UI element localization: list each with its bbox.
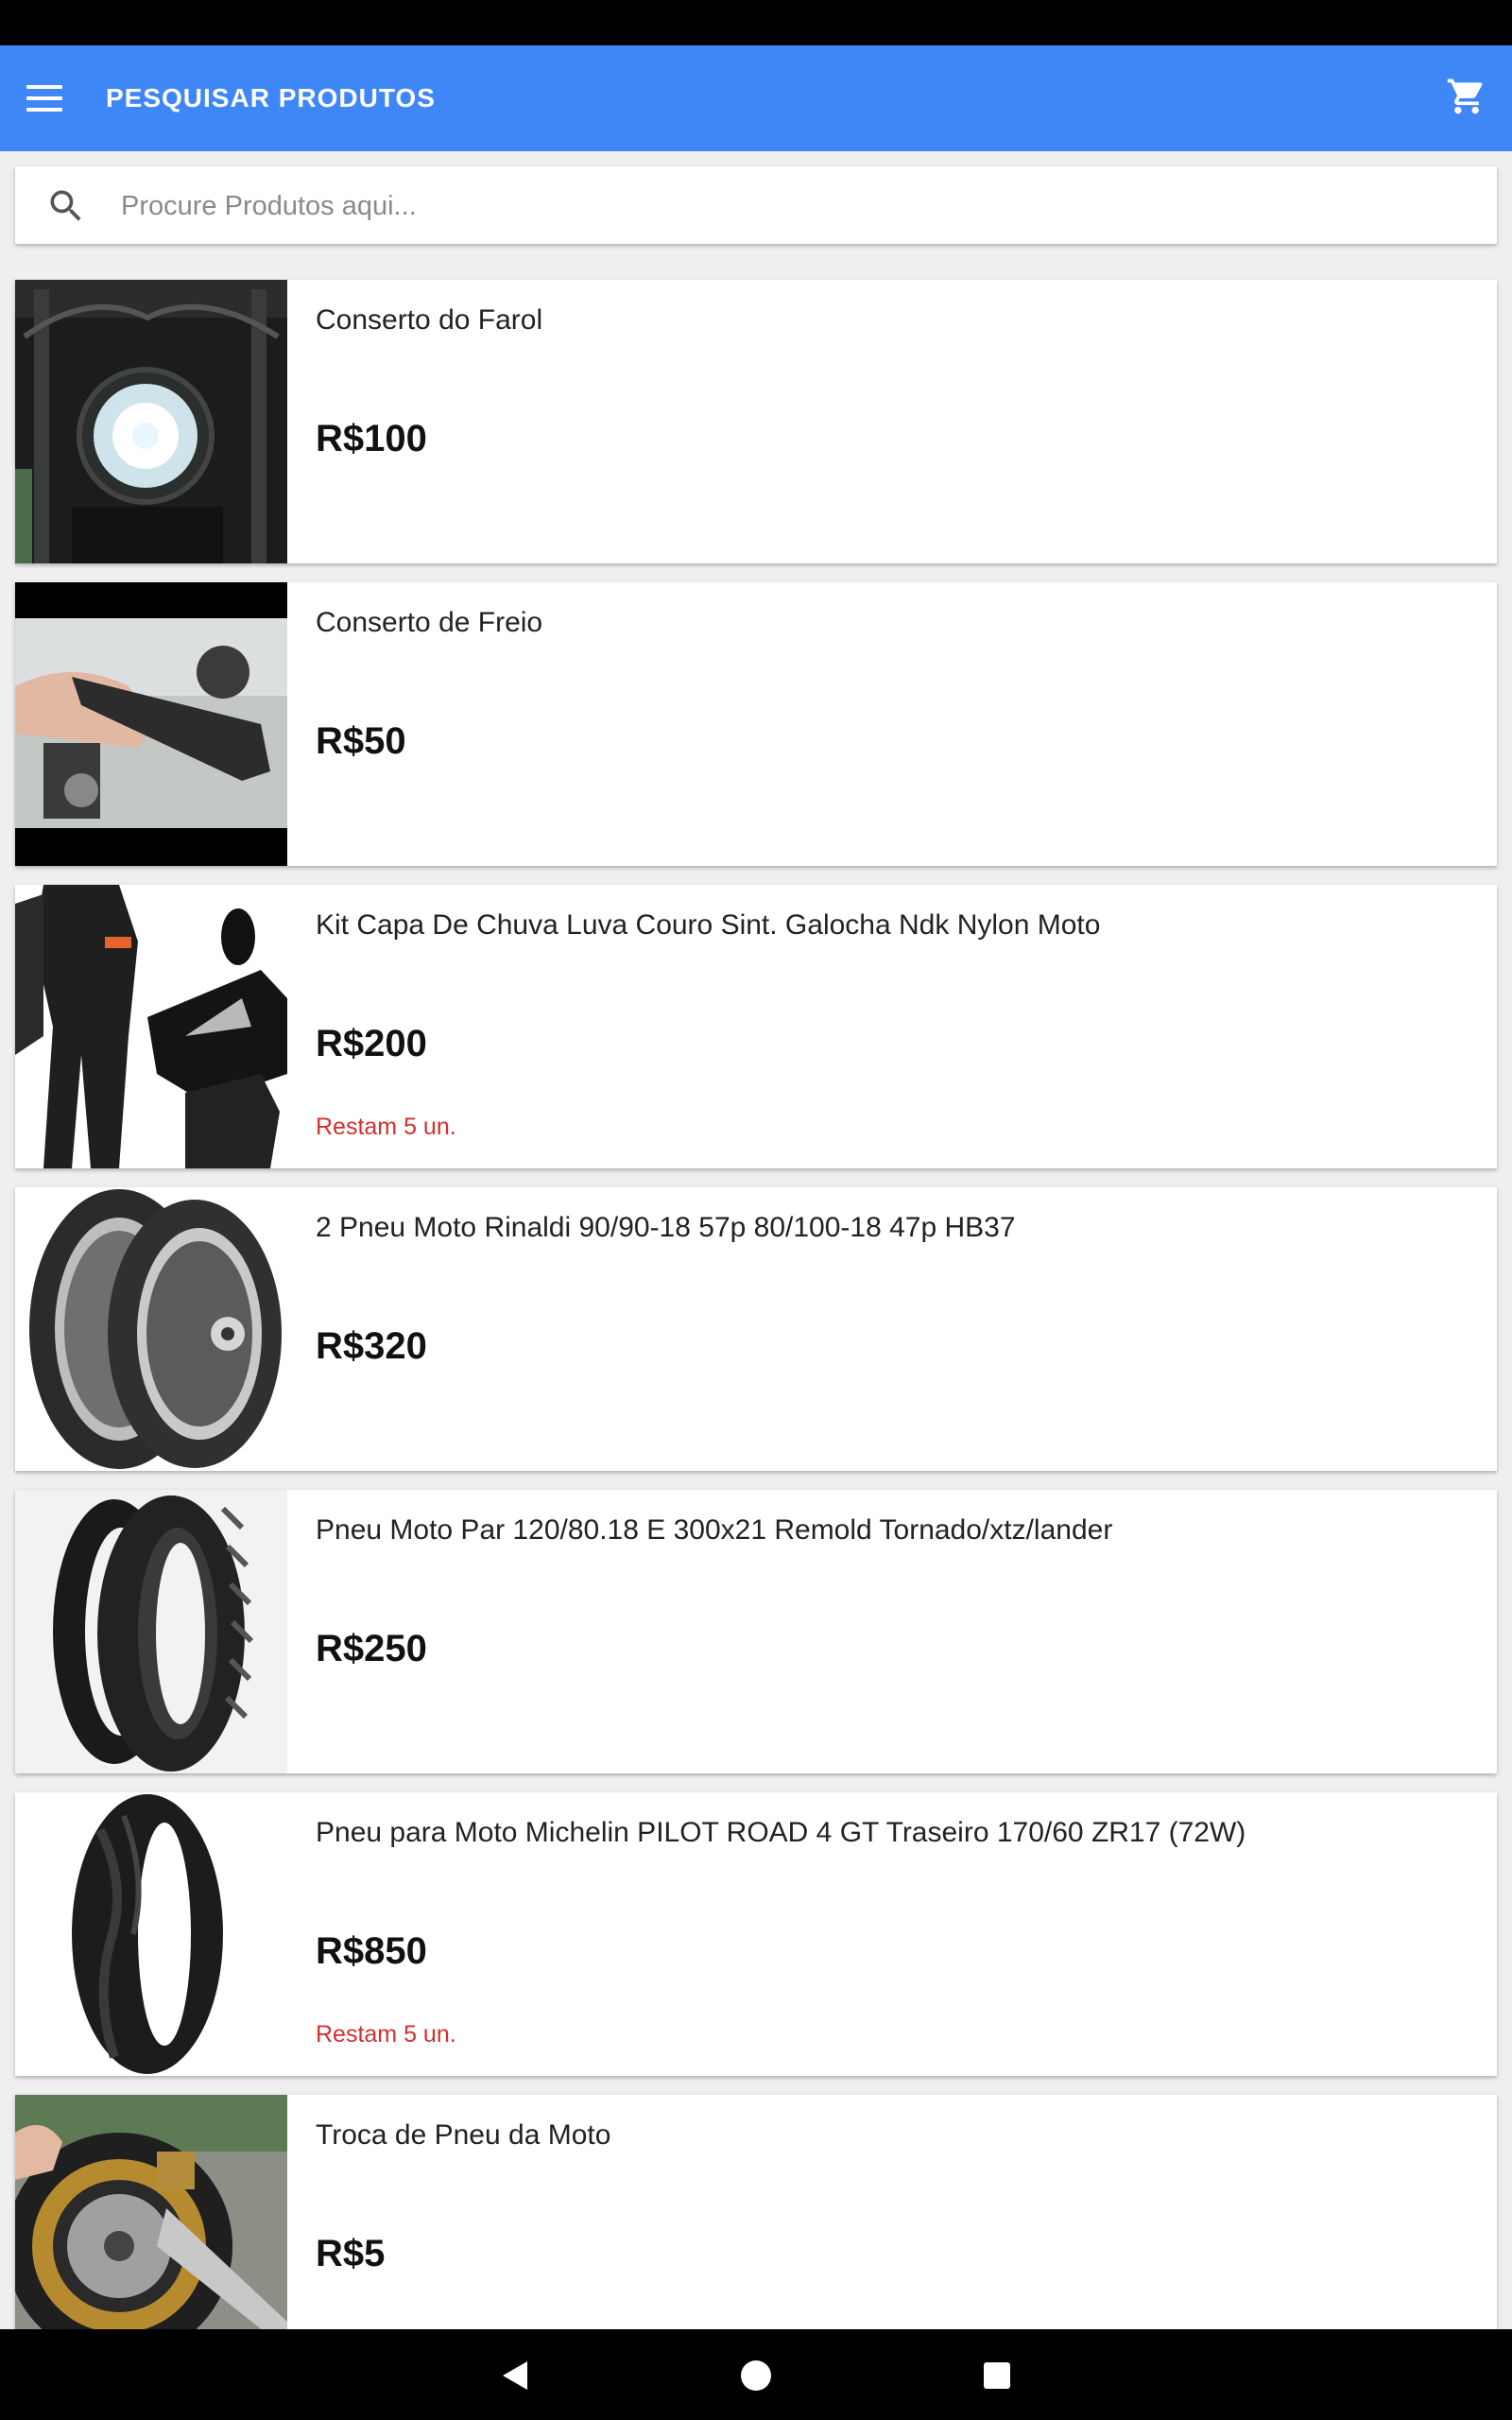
home-circle-icon[interactable] [732, 2352, 780, 2399]
product-image-headlight [15, 280, 287, 563]
product-name: Conserto de Freio [316, 607, 543, 638]
system-navigation-bar [0, 2329, 1512, 2420]
product-image-brake-lever [15, 582, 287, 866]
hamburger-menu-icon[interactable] [25, 79, 66, 117]
product-price: R$5 [316, 2233, 386, 2274]
status-bar [0, 0, 1512, 45]
product-price: R$50 [316, 720, 406, 762]
product-name: Troca de Pneu da Moto [316, 2119, 611, 2151]
product-price: R$250 [316, 1628, 427, 1669]
search-icon[interactable] [45, 185, 87, 227]
product-card[interactable]: Conserto do Farol R$100 [15, 280, 1497, 563]
product-card[interactable]: 2 Pneu Moto Rinaldi 90/90-18 57p 80/100-… [15, 1187, 1497, 1471]
product-price: R$320 [316, 1325, 427, 1367]
stock-warning: Restam 5 un. [316, 1114, 456, 1140]
product-name: Pneu para Moto Michelin PILOT ROAD 4 GT … [316, 1817, 1246, 1848]
product-card[interactable]: Pneu Moto Par 120/80.18 E 300x21 Remold … [15, 1490, 1497, 1773]
product-price: R$100 [316, 418, 427, 459]
product-name: Conserto do Farol [316, 304, 543, 336]
recents-square-icon[interactable] [973, 2352, 1021, 2399]
product-name: Pneu Moto Par 120/80.18 E 300x21 Remold … [316, 1514, 1113, 1546]
product-card[interactable]: Kit Capa De Chuva Luva Couro Sint. Galoc… [15, 885, 1497, 1168]
product-image-tires [15, 1187, 287, 1471]
product-name: 2 Pneu Moto Rinaldi 90/90-18 57p 80/100-… [316, 1212, 1016, 1243]
product-image-michelin-tire [15, 1792, 287, 2076]
app-bar: PESQUISAR PRODUTOS [0, 45, 1512, 151]
product-name: Kit Capa De Chuva Luva Couro Sint. Galoc… [316, 909, 1101, 941]
search-bar [15, 166, 1497, 244]
product-image-offroad-tires [15, 1490, 287, 1773]
page-title: PESQUISAR PRODUTOS [106, 83, 436, 112]
product-image-rain-kit [15, 885, 287, 1168]
product-price: R$850 [316, 1930, 427, 1972]
search-input[interactable] [119, 180, 1465, 233]
product-price: R$200 [316, 1023, 427, 1064]
stock-warning: Restam 5 un. [316, 2021, 456, 2048]
back-triangle-icon[interactable] [491, 2352, 539, 2399]
product-card[interactable]: Conserto de Freio R$50 [15, 582, 1497, 866]
shopping-cart-icon[interactable] [1446, 76, 1487, 117]
product-card[interactable]: Pneu para Moto Michelin PILOT ROAD 4 GT … [15, 1792, 1497, 2076]
product-list: Conserto do Farol R$100 Conserto de Frei… [15, 280, 1497, 2397]
